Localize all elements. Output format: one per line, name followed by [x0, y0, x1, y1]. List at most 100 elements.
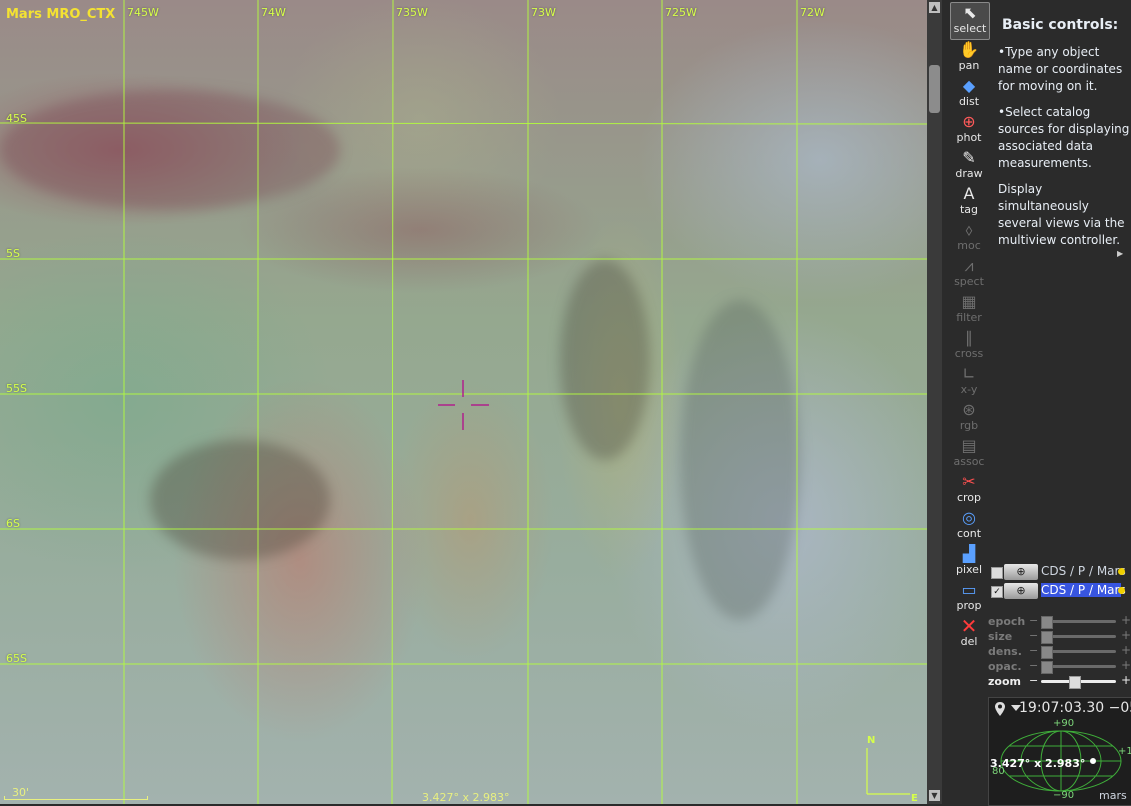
tool-label: dist: [958, 95, 980, 108]
tool-draw[interactable]: ✎ draw: [950, 148, 988, 184]
help-title: Basic controls:: [1002, 17, 1119, 33]
stack-plane[interactable]: ⊕ CDS / P / Mars: [990, 563, 1131, 581]
tool-prop[interactable]: ▭ prop: [950, 580, 988, 616]
plus-icon[interactable]: +: [1121, 658, 1131, 672]
tool-label: cross: [954, 347, 984, 360]
slider-knob[interactable]: [1041, 646, 1053, 659]
tool-phot[interactable]: ⊕ phot: [950, 112, 988, 148]
moc-icon: ⬨: [965, 220, 973, 239]
tool-label: cont: [956, 527, 982, 540]
tool-label: filter: [956, 311, 982, 324]
tool-rgb[interactable]: ⊛ rgb: [950, 400, 988, 436]
help-paragraph: •Type any object name or coordinates for…: [998, 45, 1123, 93]
survey-label: Mars MRO_CTX: [6, 7, 116, 22]
tool-cross[interactable]: ∥ cross: [950, 328, 988, 364]
tool-select[interactable]: ⬉ select: [950, 2, 990, 40]
epoch-slider[interactable]: epoch − +: [988, 613, 1131, 629]
scroll-down-arrow-icon[interactable]: ▼: [929, 790, 940, 801]
photometry-icon: ⊕: [962, 112, 976, 131]
tool-crop[interactable]: ✂ crop: [950, 472, 988, 508]
tool-label: draw: [955, 167, 983, 180]
tool-spect[interactable]: ⩘ spect: [950, 256, 988, 292]
location-panel: 19:07:03.30 −05 +90 −90 80 +18 3.427° x …: [988, 697, 1131, 806]
spectrum-icon: ⩘: [964, 256, 974, 275]
latitude-label: 55S: [6, 382, 27, 395]
scale-bar: [4, 796, 148, 800]
coordinates-readout[interactable]: 19:07:03.30 −05: [1019, 700, 1131, 716]
tool-label: rgb: [959, 419, 979, 432]
latitude-label: 65S: [6, 652, 27, 665]
tool-dist[interactable]: ◆ dist: [950, 76, 988, 112]
contour-icon: ◎: [962, 508, 976, 527]
tool-del[interactable]: ✕ del: [950, 616, 988, 652]
help-panel: Basic controls: •Type any object name or…: [992, 0, 1131, 270]
minus-icon[interactable]: −: [1029, 644, 1038, 657]
slider-track[interactable]: [1041, 676, 1116, 689]
tool-label: moc: [957, 239, 981, 252]
view-scrollbar[interactable]: ▲ ▼: [927, 0, 942, 804]
longitude-label: 745W: [127, 6, 159, 19]
tool-cont[interactable]: ◎ cont: [950, 508, 988, 544]
slider-track[interactable]: [1041, 616, 1116, 629]
tool-label: assoc: [953, 455, 985, 468]
slider-knob[interactable]: [1041, 616, 1053, 629]
longitude-label: 73W: [531, 6, 556, 19]
tool-label: tag: [959, 203, 979, 216]
latitude-label: 45S: [6, 112, 27, 125]
sky-view[interactable]: Mars MRO_CTX 745W 74W 735W 73W 725W 72W …: [0, 0, 927, 804]
hand-icon: ✋: [959, 40, 979, 59]
tool-x-y[interactable]: ∟ x-y: [950, 364, 988, 400]
plus-icon[interactable]: +: [1121, 643, 1131, 657]
stack-plane[interactable]: ✓ ⊕ CDS / P / Mars: [990, 582, 1131, 600]
density-slider[interactable]: dens. − +: [988, 643, 1131, 659]
minus-icon[interactable]: −: [1029, 674, 1038, 687]
cross-match-icon: ∥: [965, 328, 973, 347]
tool-pixel[interactable]: ▟ pixel: [950, 544, 988, 580]
minus-icon[interactable]: −: [1029, 614, 1038, 627]
pencil-icon: ✎: [962, 148, 976, 167]
compass-arrows: [866, 748, 910, 795]
minus-icon[interactable]: −: [1029, 629, 1038, 642]
slider-track[interactable]: [1041, 646, 1116, 659]
plane-checkbox[interactable]: [991, 567, 1003, 579]
plane-checkbox[interactable]: ✓: [991, 586, 1003, 598]
scroll-up-arrow-icon[interactable]: ▲: [929, 2, 940, 13]
longitude-label: 735W: [396, 6, 428, 19]
tag-text-icon: A: [963, 184, 975, 203]
slider-knob[interactable]: [1041, 661, 1053, 674]
help-more-icon[interactable]: ▶: [1117, 249, 1123, 258]
body-label: mars: [1099, 789, 1127, 802]
globe-top-label: +90: [1053, 718, 1075, 729]
slider-track[interactable]: [1041, 661, 1116, 674]
size-slider[interactable]: size − +: [988, 628, 1131, 644]
planet-plane-icon: ⊕: [1004, 583, 1038, 599]
minus-icon[interactable]: −: [1029, 659, 1038, 672]
plus-icon[interactable]: +: [1121, 613, 1131, 627]
delete-x-icon: ✕: [960, 614, 978, 638]
tool-filter[interactable]: ▦ filter: [950, 292, 988, 328]
opacity-slider[interactable]: opac. − +: [988, 658, 1131, 674]
tool-label: phot: [956, 131, 982, 144]
slider-track[interactable]: [1041, 631, 1116, 644]
zoom-slider[interactable]: zoom − +: [988, 673, 1131, 689]
distance-icon: ◆: [962, 76, 976, 95]
tool-label: spect: [954, 275, 984, 288]
scroll-thumb[interactable]: [929, 65, 940, 113]
tool-pan[interactable]: ✋ pan: [950, 40, 988, 76]
plane-name: CDS / P / Mars: [1041, 583, 1126, 597]
slider-knob[interactable]: [1041, 631, 1053, 644]
tool-tag[interactable]: A tag: [950, 184, 988, 220]
slider-label: size: [988, 630, 1013, 643]
plus-icon[interactable]: +: [1121, 628, 1131, 642]
latitude-label: 6S: [6, 517, 20, 530]
tool-label: crop: [956, 491, 982, 504]
rgb-icon: ⊛: [962, 400, 976, 419]
plus-icon[interactable]: +: [1121, 673, 1131, 687]
location-pin-icon[interactable]: [994, 701, 1006, 717]
tool-bar: ⬉ select ✋ pan ◆ dist ⊕ phot ✎ draw A ta…: [950, 0, 990, 660]
status-dot-icon: [1118, 568, 1125, 575]
tool-moc[interactable]: ⬨ moc: [950, 220, 988, 256]
slider-knob[interactable]: [1069, 676, 1081, 689]
status-dot-icon: [1118, 587, 1125, 594]
tool-assoc[interactable]: ▤ assoc: [950, 436, 988, 472]
